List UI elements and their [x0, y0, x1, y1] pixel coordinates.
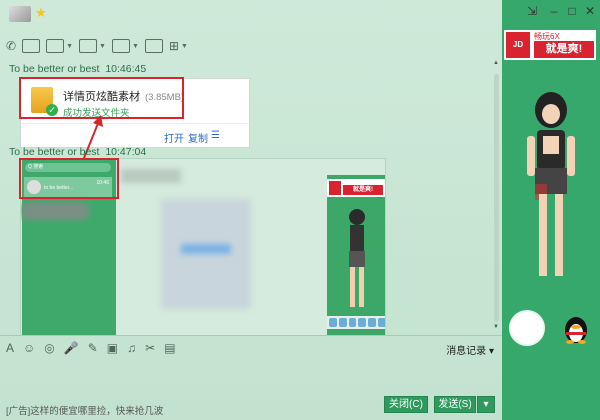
- copy-link[interactable]: 复制: [188, 130, 208, 145]
- chevron-down-icon[interactable]: ▼: [132, 43, 139, 50]
- screen-share-icon[interactable]: [46, 39, 65, 53]
- message-area: To be better or best 10:46:45 ✓ 详情页炫酷素材(…: [0, 58, 492, 336]
- scroll-down-icon[interactable]: ▼: [493, 324, 499, 330]
- music-icon[interactable]: ♫: [127, 341, 136, 355]
- screenshot-toolbar: [327, 316, 385, 329]
- chevron-down-icon[interactable]: ▼: [181, 43, 188, 50]
- emoji-icon[interactable]: ☺: [23, 341, 35, 355]
- send-button[interactable]: 发送(S): [434, 396, 476, 413]
- menu-icon[interactable]: ☰: [211, 130, 220, 141]
- scroll-thumb[interactable]: [494, 74, 499, 322]
- character-figure: [349, 209, 365, 307]
- video-icon[interactable]: [22, 39, 41, 53]
- blurred-chat: [161, 199, 251, 309]
- remote-assist-icon[interactable]: [111, 39, 130, 53]
- message-scrollbar[interactable]: ▲ ▼: [493, 60, 500, 330]
- blurred-avatars: [21, 202, 90, 220]
- maximize-button[interactable]: □: [562, 4, 582, 18]
- close-window-button[interactable]: ✕: [580, 4, 600, 18]
- qq-penguin-icon[interactable]: [560, 314, 592, 344]
- input-toolbar: A ☺ ◎ 🎤 ✎ ▣ ♫ ✂ ▤ 消息记录 ▾: [0, 335, 502, 359]
- pin-icon[interactable]: ⇲: [522, 4, 542, 18]
- contact-avatar[interactable]: [9, 6, 31, 22]
- blurred-bubble: [181, 244, 231, 254]
- scroll-up-icon[interactable]: ▲: [493, 60, 499, 66]
- highlight-box: [19, 158, 119, 199]
- chat-toolbar: ✆ ▼ ▼ ▼ ⊞ ▼: [6, 36, 188, 56]
- scissors-icon[interactable]: ✂: [145, 341, 155, 355]
- jd-logo: JD: [506, 32, 530, 58]
- file-transfer-icon[interactable]: [79, 39, 97, 53]
- message-meta: To be better or best 10:47:04: [9, 146, 146, 158]
- history-button[interactable]: 消息记录 ▾: [446, 342, 494, 357]
- chevron-down-icon[interactable]: ▼: [99, 43, 106, 50]
- profile-avatar[interactable]: [509, 310, 545, 346]
- message-time: 10:46:45: [105, 63, 147, 75]
- voice-icon[interactable]: 🎤: [64, 341, 79, 355]
- screenshot-ad-text: 就是爽!: [343, 185, 383, 195]
- sender-name: To be better or best: [9, 63, 100, 75]
- sidebar-ad[interactable]: JD 畅玩6X 就是爽!: [504, 30, 596, 60]
- image-icon[interactable]: ▣: [107, 341, 118, 355]
- chevron-down-icon[interactable]: ▼: [66, 43, 73, 50]
- send-options-icon[interactable]: ▾: [477, 396, 495, 413]
- file-icon[interactable]: ▤: [164, 341, 175, 355]
- phone-icon[interactable]: ✆: [6, 39, 16, 53]
- app-icon[interactable]: [144, 39, 163, 53]
- history-label: 消息记录: [446, 346, 487, 357]
- minimize-button[interactable]: –: [544, 4, 564, 18]
- ad-title: 就是爽!: [534, 41, 594, 58]
- footer-ad-link[interactable]: [广告]这样的便宜哪里捡，快来抢几波: [6, 403, 163, 417]
- title-bar: ★ ⇲ – □ ✕: [0, 0, 600, 26]
- pen-icon[interactable]: ✎: [88, 341, 98, 355]
- sender-name: To be better or best: [9, 146, 100, 158]
- screenshot-ad: 就是爽!: [327, 179, 385, 197]
- close-button[interactable]: 关闭(C): [384, 396, 428, 413]
- magic-emoji-icon[interactable]: ◎: [44, 341, 54, 355]
- open-link[interactable]: 打开: [164, 130, 184, 145]
- more-icon[interactable]: ⊞: [169, 39, 179, 53]
- character-figure: [527, 92, 575, 276]
- screenshot-ad-pane: 就是爽!: [327, 175, 385, 335]
- message-input[interactable]: [0, 360, 502, 396]
- font-icon[interactable]: A: [6, 341, 14, 355]
- jd-logo: [329, 181, 341, 195]
- star-icon[interactable]: ★: [35, 5, 47, 21]
- message-time: 10:47:04: [105, 146, 147, 158]
- blurred-title: [121, 169, 181, 183]
- message-meta: To be better or best 10:46:45: [9, 63, 146, 75]
